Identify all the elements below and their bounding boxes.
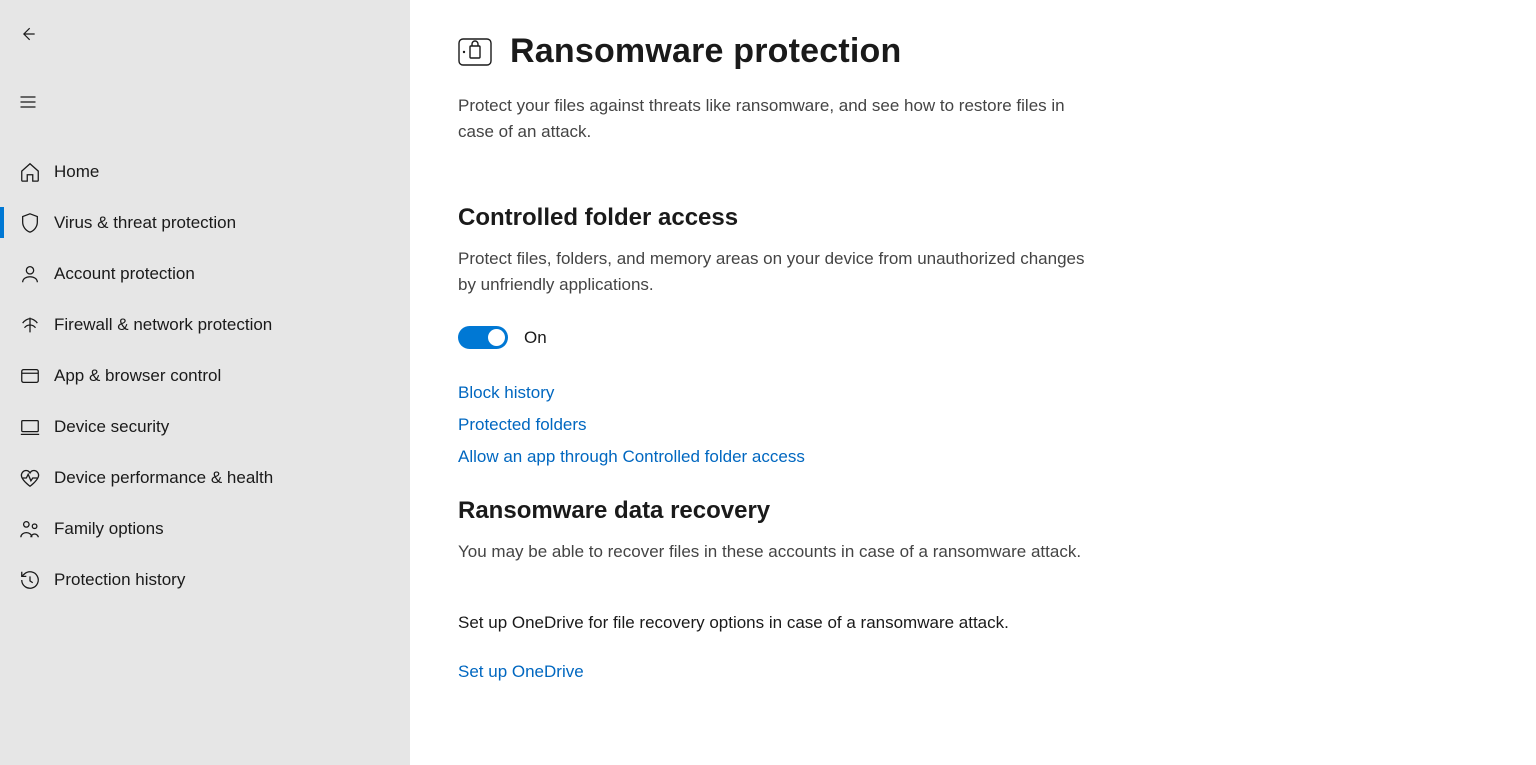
home-icon bbox=[18, 160, 42, 184]
sidebar-item-label: Protection history bbox=[54, 570, 185, 590]
sidebar-item-label: Home bbox=[54, 162, 99, 182]
sidebar-item-account-protection[interactable]: Account protection bbox=[0, 248, 410, 299]
onedrive-recovery-text: Set up OneDrive for file recovery option… bbox=[458, 610, 1098, 636]
sidebar-item-firewall-network[interactable]: Firewall & network protection bbox=[0, 299, 410, 350]
sidebar-item-device-security[interactable]: Device security bbox=[0, 401, 410, 452]
link-setup-onedrive[interactable]: Set up OneDrive bbox=[458, 662, 584, 681]
sidebar-item-label: Virus & threat protection bbox=[54, 213, 236, 233]
account-icon bbox=[18, 262, 42, 286]
sidebar-item-label: Family options bbox=[54, 519, 164, 539]
sidebar-item-label: Device security bbox=[54, 417, 169, 437]
hamburger-icon bbox=[18, 92, 38, 116]
toggle-knob bbox=[488, 329, 505, 346]
sidebar-item-label: Account protection bbox=[54, 264, 195, 284]
network-icon bbox=[18, 313, 42, 337]
sidebar-item-device-performance[interactable]: Device performance & health bbox=[0, 452, 410, 503]
ransomware-protection-icon bbox=[458, 38, 492, 66]
sidebar-item-label: Firewall & network protection bbox=[54, 315, 272, 335]
section-heading-controlled-folder: Controlled folder access bbox=[458, 204, 1536, 232]
page-description: Protect your files against threats like … bbox=[458, 93, 1098, 146]
toggle-state-label: On bbox=[524, 328, 547, 348]
sidebar-item-label: Device performance & health bbox=[54, 468, 273, 488]
sidebar-item-app-browser[interactable]: App & browser control bbox=[0, 350, 410, 401]
controlled-folder-toggle-row: On bbox=[458, 326, 1536, 349]
section-heading-recovery: Ransomware data recovery bbox=[458, 497, 1536, 525]
sidebar: Home Virus & threat protection Account p… bbox=[0, 0, 410, 765]
section-desc-recovery: You may be able to recover files in thes… bbox=[458, 539, 1098, 565]
sidebar-item-label: App & browser control bbox=[54, 366, 221, 386]
back-button[interactable] bbox=[4, 14, 52, 58]
shield-icon bbox=[18, 211, 42, 235]
link-allow-app[interactable]: Allow an app through Controlled folder a… bbox=[458, 447, 805, 467]
heart-pulse-icon bbox=[18, 466, 42, 490]
sidebar-item-virus-threat[interactable]: Virus & threat protection bbox=[0, 197, 410, 248]
history-icon bbox=[18, 568, 42, 592]
page-title: Ransomware protection bbox=[510, 32, 902, 71]
main-content: Ransomware protection Protect your files… bbox=[410, 0, 1536, 765]
app-browser-icon bbox=[18, 364, 42, 388]
back-arrow-icon bbox=[18, 24, 38, 48]
link-protected-folders[interactable]: Protected folders bbox=[458, 415, 587, 435]
link-block-history[interactable]: Block history bbox=[458, 383, 554, 403]
sidebar-item-family-options[interactable]: Family options bbox=[0, 503, 410, 554]
sidebar-item-home[interactable]: Home bbox=[0, 146, 410, 197]
device-security-icon bbox=[18, 415, 42, 439]
controlled-folder-links: Block history Protected folders Allow an… bbox=[458, 383, 1536, 467]
sidebar-item-protection-history[interactable]: Protection history bbox=[0, 554, 410, 605]
page-title-row: Ransomware protection bbox=[458, 32, 1536, 71]
hamburger-button[interactable] bbox=[4, 82, 52, 126]
controlled-folder-toggle[interactable] bbox=[458, 326, 508, 349]
section-desc-controlled-folder: Protect files, folders, and memory areas… bbox=[458, 246, 1098, 299]
family-icon bbox=[18, 517, 42, 541]
